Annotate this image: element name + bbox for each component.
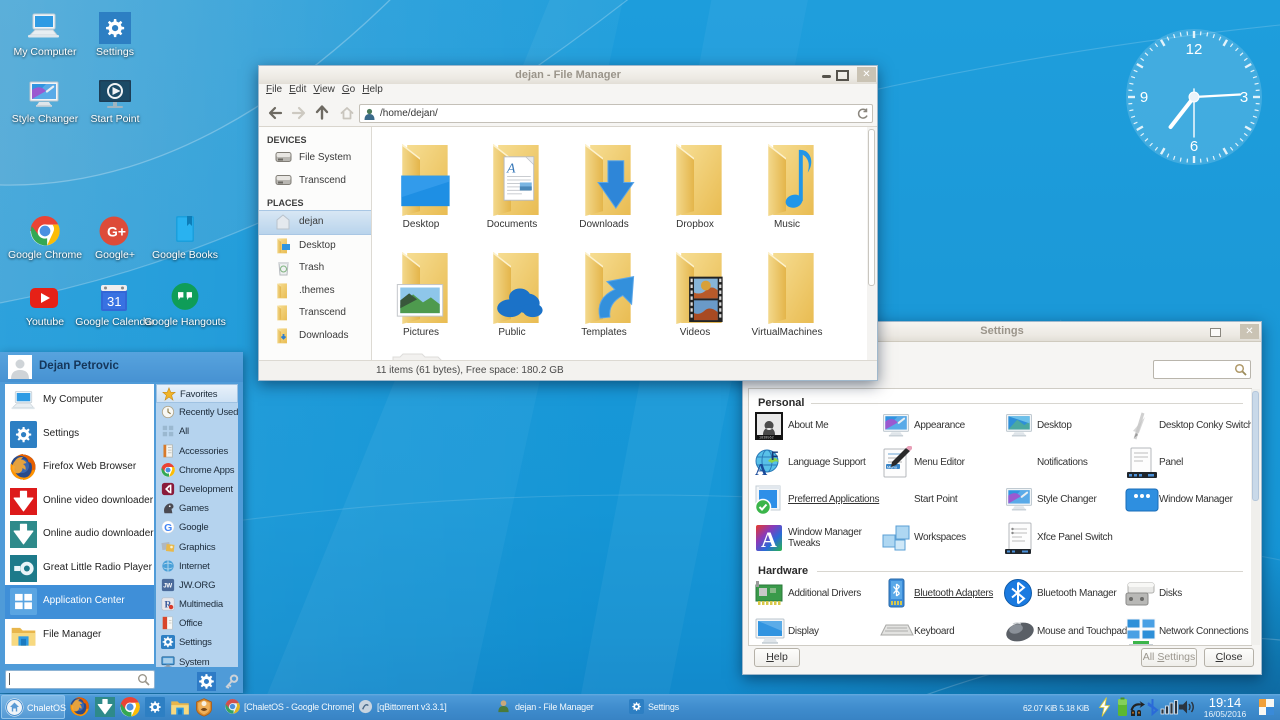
svg-text:JW: JW — [163, 583, 172, 590]
svg-text:F: F — [771, 449, 778, 463]
svg-text:A: A — [761, 527, 777, 552]
svg-text:A: A — [506, 161, 516, 176]
svg-text:3: 3 — [1240, 89, 1248, 106]
svg-text:A: A — [755, 460, 768, 478]
svg-text:12: 12 — [1186, 41, 1203, 58]
svg-text:1839562: 1839562 — [759, 437, 774, 441]
svg-text:G: G — [164, 522, 172, 534]
svg-text:6: 6 — [1190, 138, 1198, 155]
svg-text:9: 9 — [1140, 89, 1148, 106]
